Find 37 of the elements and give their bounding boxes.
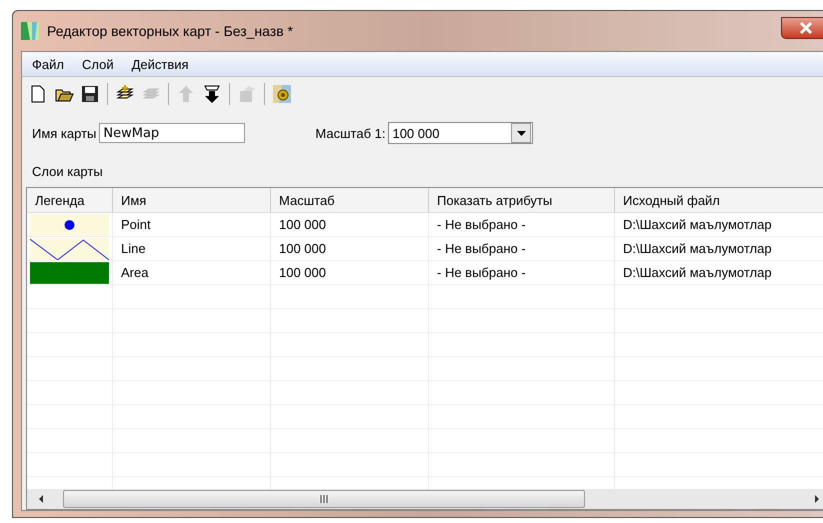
table-cell: Point — [113, 213, 271, 237]
map-name-label: Имя карты — [32, 126, 96, 140]
scroll-left-icon[interactable] — [37, 494, 45, 504]
menu-item[interactable]: Слой — [82, 56, 114, 72]
column-header[interactable]: Легенда — [27, 188, 113, 212]
scale-dropdown[interactable]: 100 000 — [388, 122, 534, 144]
section-label: Слои карты — [31, 162, 104, 181]
close-icon — [799, 22, 813, 34]
table-cell: - Не выбрано - — [429, 237, 615, 261]
close-button[interactable] — [781, 17, 823, 39]
column-header[interactable]: Масштаб — [271, 188, 429, 212]
scale-label: Масштаб 1: — [315, 126, 386, 140]
table-cell: - Не выбрано - — [429, 261, 615, 285]
table-cell: D:\Шахсий маълумотлар — [615, 237, 823, 261]
column-header[interactable]: Показать атрибуты — [429, 188, 615, 212]
table-cell: 100 000 — [271, 237, 429, 261]
menu-item[interactable]: Действия — [132, 56, 189, 72]
table-cell: - Не выбрано - — [429, 213, 615, 237]
scroll-right-icon[interactable] — [813, 494, 821, 504]
table-cell: Area — [113, 261, 271, 285]
table-cell: 100 000 — [271, 261, 429, 285]
window-title: Редактор векторных карт - Без_назв * — [47, 23, 293, 39]
menu-item[interactable]: Файл — [32, 56, 64, 72]
table-cell: Line — [113, 237, 271, 261]
column-header[interactable]: Исходный файл — [615, 188, 823, 212]
line-symbol-icon — [30, 238, 109, 260]
table-cell: 100 000 — [271, 213, 429, 237]
table-cell: D:\Шахсий маълумотлар — [615, 213, 823, 237]
table-cell: D:\Шахсий маълумотлар — [615, 261, 823, 285]
horizontal-scrollbar[interactable] — [27, 489, 823, 509]
column-header[interactable]: Имя — [113, 188, 271, 212]
caret-icon — [516, 130, 526, 136]
point-symbol-icon — [30, 214, 109, 236]
area-symbol-icon — [30, 262, 109, 284]
map-name-field[interactable]: NewMap — [99, 123, 246, 143]
scroll-thumb[interactable] — [63, 490, 585, 508]
map-icon — [21, 22, 39, 40]
